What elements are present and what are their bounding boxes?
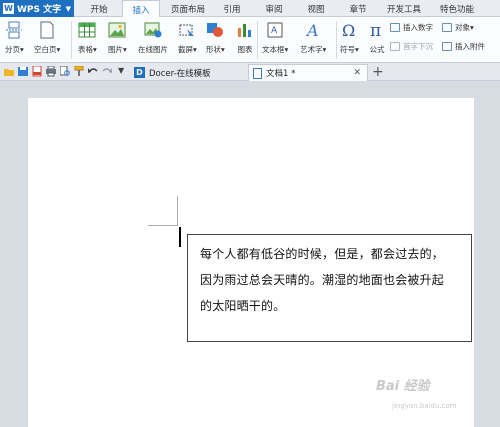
text-box-label: 文本框 — [262, 45, 285, 54]
picture-label: 图片 — [108, 45, 123, 54]
paperclip-icon — [442, 42, 452, 51]
tab-special[interactable]: 特色功能 — [432, 0, 482, 17]
document1-tab-label: 文档1 * — [266, 69, 296, 79]
tab-document1[interactable]: 文档1 * ✕ — [248, 64, 368, 81]
symbol-label: 符号 — [340, 45, 355, 54]
quick-access-dropdown-icon[interactable]: ▼ — [118, 66, 124, 75]
svg-text:π: π — [370, 21, 381, 39]
chevron-down-icon: ▾ — [470, 23, 474, 32]
print-preview-icon[interactable] — [60, 66, 70, 77]
ribbon-divider — [257, 21, 258, 59]
symbol-button[interactable]: Ω 符号▾ — [340, 20, 359, 55]
undo-icon[interactable] — [88, 66, 98, 77]
online-picture-icon — [144, 20, 162, 40]
tab-docer-online-templates[interactable]: D Docer-在线模板 — [130, 64, 244, 81]
text-box[interactable]: 每个人都有低谷的时候，但是，都会过去的， 因为雨过总会天晴的。潮湿的地面也会被升… — [187, 234, 472, 342]
baidu-watermark-url: jingyan.baidu.com — [392, 402, 457, 410]
chart-icon — [236, 20, 254, 40]
tab-page-layout[interactable]: 页面布局 — [164, 0, 212, 17]
text-line: 每个人都有低谷的时候，但是，都会过去的， — [200, 247, 445, 261]
object-icon — [442, 23, 452, 32]
formula-label: 公式 — [369, 45, 385, 54]
tab-chapter[interactable]: 章节 — [340, 0, 376, 17]
chart-label: 图表 — [237, 45, 253, 54]
app-name: WPS 文字 — [17, 5, 62, 15]
tab-developer[interactable]: 开发工具 — [380, 0, 428, 17]
close-icon[interactable]: ✕ — [353, 68, 361, 78]
margin-corner-mark — [177, 196, 178, 226]
drop-cap-icon — [390, 42, 400, 51]
chart-button[interactable]: 图表 — [236, 20, 254, 55]
tab-review[interactable]: 审阅 — [256, 0, 292, 17]
text-line: 因为雨过总会天晴的。潮湿的地面也会被升起 — [200, 273, 445, 287]
text-cursor — [179, 227, 181, 247]
save-icon[interactable] — [18, 66, 28, 77]
word-art-icon: A — [304, 20, 322, 40]
docer-tab-label: Docer-在线模板 — [149, 68, 211, 79]
page-break-icon — [6, 20, 23, 40]
text-box-button[interactable]: A 文本框▾ — [262, 20, 288, 55]
drop-cap-label: 首字下沉 — [403, 42, 433, 51]
text-line: 的太阳晒干的。 — [200, 299, 286, 313]
svg-text:A: A — [271, 26, 278, 36]
word-art-button[interactable]: A 艺术字▾ — [300, 20, 326, 55]
tab-references[interactable]: 引用 — [214, 0, 250, 17]
format-painter-icon[interactable] — [74, 66, 84, 77]
word-art-label: 艺术字 — [300, 45, 323, 54]
attachment-button[interactable]: 插入附件 — [442, 41, 485, 52]
object-button[interactable]: 对象 ▾ — [442, 22, 474, 33]
number-icon — [390, 23, 400, 32]
blank-page-button[interactable]: 空白页▾ — [34, 20, 60, 55]
table-button[interactable]: 表格▾ — [78, 20, 97, 55]
screenshot-icon — [178, 20, 196, 40]
blank-page-label: 空白页 — [34, 45, 57, 54]
online-picture-label: 在线图片 — [138, 45, 168, 54]
page-break-label: 分页 — [5, 45, 20, 54]
tab-home[interactable]: 开始 — [78, 0, 120, 17]
svg-text:A: A — [305, 21, 319, 39]
docer-logo-icon: D — [134, 67, 145, 78]
svg-text:Ω: Ω — [342, 21, 355, 39]
tab-view[interactable]: 视图 — [298, 0, 334, 17]
picture-icon — [108, 20, 126, 40]
shapes-label: 形状 — [206, 45, 221, 54]
table-icon — [78, 20, 96, 40]
drop-cap-button[interactable]: 首字下沉 — [390, 41, 433, 52]
wps-logo-icon: W — [3, 3, 14, 14]
ribbon: 分页▾ 空白页▾ 表格▾ 图片▾ 在线图片 截屏▾ 形状▾ 图表 A 文本框▾ … — [0, 17, 500, 63]
wps-app-menu-button[interactable]: W WPS 文字 ▼ — [0, 0, 74, 17]
print-icon[interactable] — [46, 66, 56, 77]
blank-page-icon — [39, 20, 55, 40]
ribbon-divider — [336, 21, 337, 59]
margin-corner-mark — [148, 225, 178, 226]
tab-insert[interactable]: 插入 — [122, 0, 160, 18]
page-break-button[interactable]: 分页▾ — [5, 20, 24, 55]
new-tab-plus-icon[interactable]: + — [372, 64, 384, 80]
attachment-label: 插入附件 — [455, 42, 485, 51]
ribbon-divider — [71, 21, 72, 59]
export-pdf-icon[interactable] — [32, 66, 42, 77]
object-label: 对象 — [455, 23, 470, 32]
document-tab-bar: ▼ D Docer-在线模板 文档1 * ✕ + — [0, 63, 500, 81]
insert-number-label: 插入数字 — [403, 23, 433, 32]
picture-button[interactable]: 图片▾ — [108, 20, 127, 55]
shapes-button[interactable]: 形状▾ — [206, 20, 225, 55]
shapes-icon — [206, 20, 224, 40]
screenshot-label: 截屏 — [178, 45, 193, 54]
baidu-watermark: Bai 经验 — [376, 379, 430, 394]
document-icon — [253, 67, 262, 79]
table-label: 表格 — [78, 45, 93, 54]
text-box-icon: A — [266, 20, 284, 40]
redo-icon[interactable] — [102, 66, 112, 77]
online-picture-button[interactable]: 在线图片 — [138, 20, 168, 55]
omega-symbol-icon: Ω — [340, 20, 358, 40]
insert-number-button[interactable]: 插入数字 — [390, 22, 433, 33]
formula-button[interactable]: π 公式 — [368, 20, 386, 55]
open-folder-icon[interactable] — [4, 66, 14, 77]
chevron-down-icon: ▼ — [65, 4, 71, 13]
screenshot-button[interactable]: 截屏▾ — [178, 20, 197, 55]
menu-bar: W WPS 文字 ▼ 开始 插入 页面布局 引用 审阅 视图 章节 开发工具 特… — [0, 0, 500, 18]
pi-formula-icon: π — [368, 20, 386, 40]
